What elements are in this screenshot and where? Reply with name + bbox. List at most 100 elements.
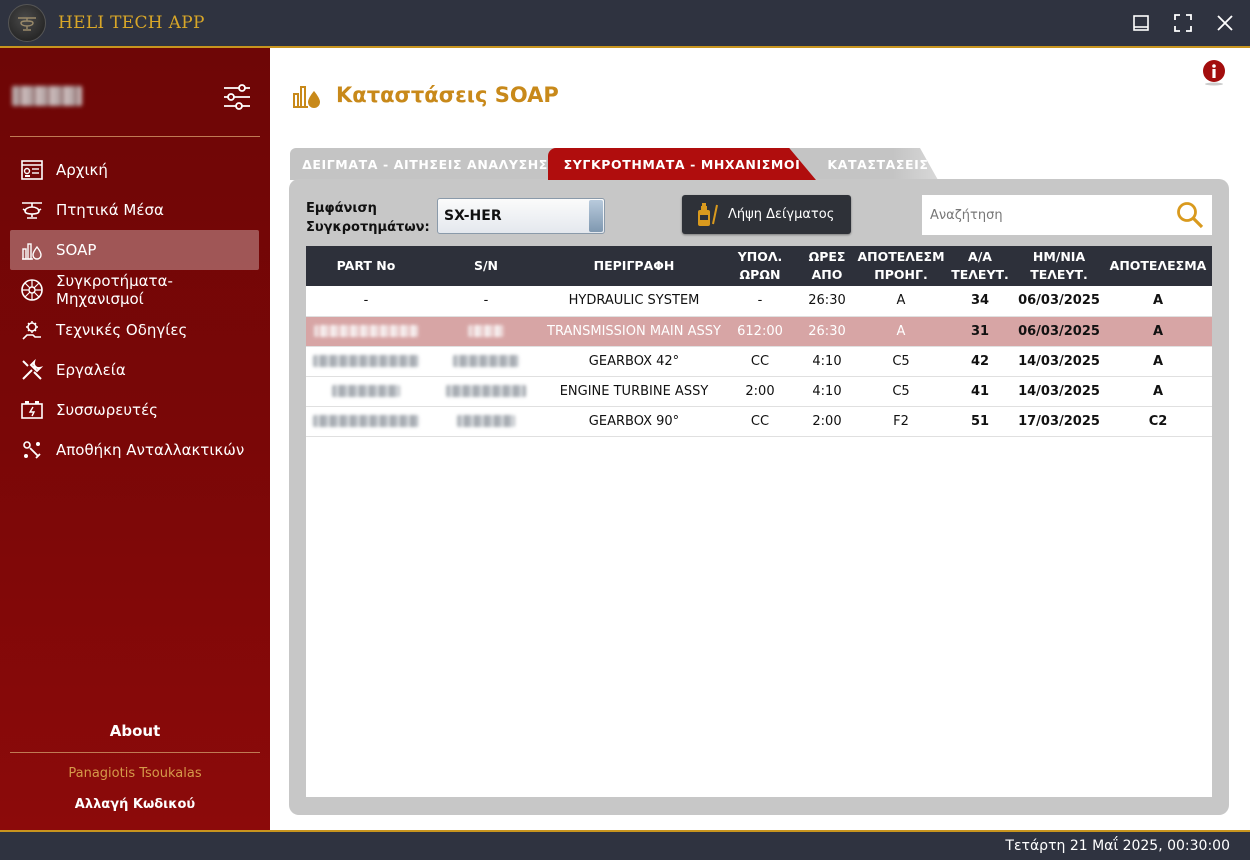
cell-last-date: 06/03/2025: [1018, 293, 1100, 309]
cell-remaining: 2:00: [745, 383, 775, 399]
cell-result: A: [1152, 353, 1164, 369]
sidebar-item-label: Αποθήκη Ανταλλακτικών: [56, 441, 245, 459]
assemblies-table: PART No S/N ΠΕΡΙΓΡΑΦΗ ΥΠΟΛ. ΩΡΩΝ ΩΡΕΣ ΑΠΟ …: [306, 246, 1212, 437]
sidebar-item-aircraft[interactable]: Πτητικά Μέσα: [10, 190, 259, 230]
sidebar-nav: Αρχική Πτητικά Μέσα SOAP Συγκροτήματα-Μη…: [10, 150, 259, 470]
column-header[interactable]: ΑΠΟΤΕΛΕΣΜ ΠΡΟΗΓ.: [856, 246, 946, 286]
settings-button[interactable]: [220, 80, 254, 114]
tab-statuses-label: ΚΑΤΑΣΤΑΣΕΙΣ: [827, 156, 929, 172]
title-bar: HELI TECH APP: [0, 0, 1250, 48]
cell-result: A: [1152, 323, 1164, 339]
sidebar-item-home[interactable]: Αρχική: [10, 150, 259, 190]
column-header[interactable]: ΑΠΟΤΕΛΕΣΜΑ: [1104, 246, 1212, 286]
sidebar-item-label: Εργαλεία: [56, 361, 126, 379]
cell-last-date: 17/03/2025: [1018, 413, 1100, 429]
tab-samples-requests[interactable]: ΔΕΙΓΜΑΤΑ - ΑΙΤΗΣΕΙΣ ΑΝΑΛΥΣΗΣ: [290, 148, 560, 180]
search-input[interactable]: [930, 207, 1170, 223]
sidebar-item-label: Πτητικά Μέσα: [56, 201, 164, 219]
change-password-link[interactable]: Αλλαγή Κωδικού: [10, 797, 260, 812]
column-header[interactable]: ΗΜ/ΝΙΑ ΤΕΛΕΥΤ.: [1014, 246, 1104, 286]
column-header[interactable]: S/N: [426, 246, 546, 286]
sidebar-item-tech-instructions[interactable]: Τεχνικές Οδηγίες: [10, 310, 259, 350]
cell-description: TRANSMISSION MAIN ASSY: [547, 323, 721, 339]
column-header[interactable]: ΩΡΕΣ ΑΠΟ: [798, 246, 856, 286]
redacted-text: [457, 415, 515, 427]
sidebar-item-parts-store[interactable]: Αποθήκη Ανταλλακτικών: [10, 430, 259, 470]
table-row-selected[interactable]: TRANSMISSION MAIN ASSY 612:00 26:30 A 31…: [306, 316, 1212, 346]
column-header[interactable]: ΥΠΟΛ. ΩΡΩΝ: [722, 246, 798, 286]
oil-chart-icon: [292, 80, 322, 110]
tab-bar: ΔΕΙΓΜΑΤΑ - ΑΙΤΗΣΕΙΣ ΑΝΑΛΥΣΗΣ ΚΑΤΑΣΤΑΣΕΙΣ…: [290, 148, 970, 180]
close-button[interactable]: [1214, 12, 1236, 34]
sidebar-divider: [10, 752, 260, 753]
about-link[interactable]: About: [10, 722, 260, 740]
sidebar-divider: [10, 136, 260, 137]
sidebar-item-soap[interactable]: SOAP: [10, 230, 259, 270]
cell-last-date: 14/03/2025: [1018, 383, 1100, 399]
aircraft-select-value: SX-HER: [444, 208, 502, 224]
search-button[interactable]: [1176, 201, 1204, 229]
status-datetime: Τετάρτη 21 Μαΐ 2025, 00:30:00: [1005, 838, 1230, 854]
cell-hours-since: 26:30: [808, 323, 846, 339]
cell-part-no-redacted: [306, 376, 426, 406]
battery-icon: [20, 398, 44, 422]
cell-last-date: 14/03/2025: [1018, 353, 1100, 369]
user-avatar-blurred: [12, 86, 82, 106]
cell-sn-redacted: [426, 346, 546, 376]
cell-result: A: [1152, 383, 1164, 399]
search-box: [922, 195, 1212, 235]
redacted-text: [453, 355, 519, 367]
cell-last-no: 34: [970, 293, 990, 309]
sidebar-item-batteries[interactable]: Συσσωρευτές: [10, 390, 259, 430]
page-title: Καταστάσεις SOAP: [336, 83, 559, 107]
sidebar-item-assemblies[interactable]: Συγκροτήματα-Μηχανισμοί: [10, 270, 259, 310]
cell-last-no: 31: [970, 323, 990, 339]
minimize-button[interactable]: [1130, 12, 1152, 34]
table-row[interactable]: ENGINE TURBINE ASSY 2:00 4:10 C5 41 14/0…: [306, 376, 1212, 406]
info-button[interactable]: [1202, 60, 1226, 86]
cell-remaining: CC: [750, 353, 770, 369]
table-row[interactable]: GEARBOX 90° CC 2:00 F2 51 17/03/2025 C2: [306, 406, 1212, 436]
sliders-icon: [224, 84, 250, 110]
redacted-text: [332, 385, 400, 397]
cell-prev-result: C5: [892, 383, 910, 399]
cell-part-no-redacted: [306, 316, 426, 346]
sidebar-item-label: Συσσωρευτές: [56, 401, 158, 419]
aircraft-select[interactable]: SX-HER: [437, 198, 605, 234]
assemblies-table-container: PART No S/N ΠΕΡΙΓΡΑΦΗ ΥΠΟΛ. ΩΡΩΝ ΩΡΕΣ ΑΠΟ …: [306, 246, 1212, 797]
user-fullname: Panagiotis Tsoukalas: [68, 766, 202, 781]
sidebar-item-label: Συγκροτήματα-Μηχανισμοί: [56, 272, 173, 308]
cell-description: GEARBOX 42°: [588, 353, 680, 369]
cell-last-no: 42: [970, 353, 990, 369]
table-row[interactable]: GEARBOX 42° CC 4:10 C5 42 14/03/2025 A: [306, 346, 1212, 376]
cell-remaining: -: [757, 293, 763, 309]
tab-assemblies-mechanisms[interactable]: ΣΥΓΚΡΟΤΗΜΑΤΑ - ΜΗΧΑΝΙΣΜΟΙ: [548, 148, 816, 180]
app-logo: [8, 4, 46, 42]
redacted-text: [313, 415, 419, 427]
status-bar: Τετάρτη 21 Μαΐ 2025, 00:30:00: [0, 830, 1250, 860]
column-header[interactable]: Α/Α ΤΕΛΕΥΤ.: [946, 246, 1014, 286]
sidebar-item-label: SOAP: [56, 241, 97, 259]
take-sample-button[interactable]: Λήψη Δείγματος: [682, 195, 851, 234]
minimize-icon: [1133, 15, 1149, 31]
cell-prev-result: A: [896, 293, 906, 309]
user-row: [10, 78, 260, 118]
column-header[interactable]: PART No: [306, 246, 426, 286]
table-row[interactable]: - - HYDRAULIC SYSTEM - 26:30 A 34 06/03/…: [306, 286, 1212, 316]
helicopter-icon: [20, 198, 44, 222]
sidebar: Αρχική Πτητικά Μέσα SOAP Συγκροτήματα-Μη…: [0, 48, 270, 830]
dashboard-icon: [20, 158, 44, 182]
cell-part-no-redacted: [306, 346, 426, 376]
app-title: HELI TECH APP: [58, 13, 205, 33]
maximize-button[interactable]: [1172, 12, 1194, 34]
column-header[interactable]: ΠΕΡΙΓΡΑΦΗ: [546, 246, 722, 286]
filter-label-line2: Συγκροτημάτων:: [306, 220, 430, 235]
oil-bottle-icon: [696, 202, 718, 228]
cell-result: A: [1152, 293, 1164, 309]
fullscreen-icon: [1174, 14, 1192, 32]
cell-description: ENGINE TURBINE ASSY: [559, 383, 709, 399]
helicopter-logo-icon: [18, 17, 36, 31]
main-content: Καταστάσεις SOAP ΔΕΙΓΜΑΤΑ - ΑΙΤΗΣΕΙΣ ΑΝΑ…: [270, 48, 1250, 830]
sidebar-item-tools[interactable]: Εργαλεία: [10, 350, 259, 390]
dropdown-arrow-icon[interactable]: [589, 200, 603, 232]
